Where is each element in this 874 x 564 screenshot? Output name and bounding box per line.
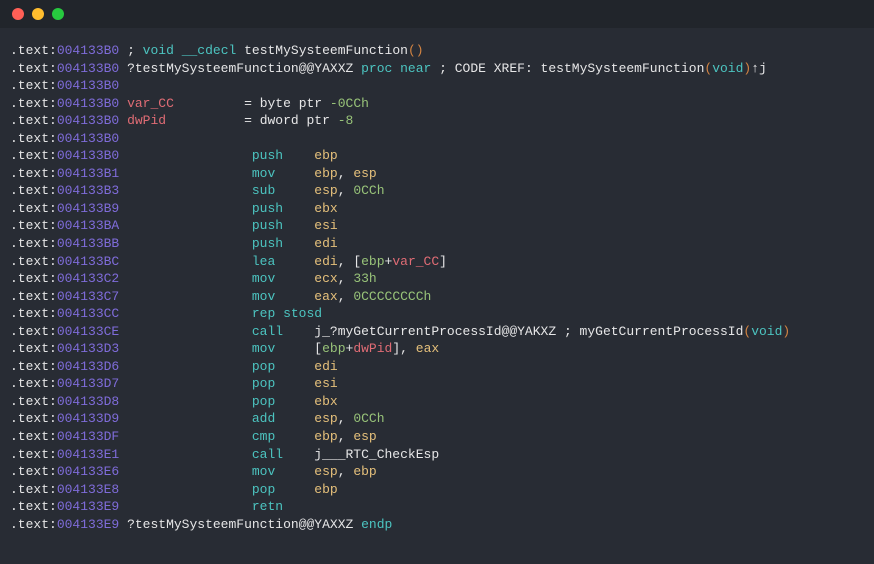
- asm-line: .text:004133E6 mov esp, ebp: [10, 463, 864, 481]
- asm-line: .text:004133B0: [10, 77, 864, 95]
- close-icon[interactable]: [12, 8, 24, 20]
- asm-line: .text:004133CC rep stosd: [10, 305, 864, 323]
- asm-line: .text:004133D9 add esp, 0CCh: [10, 410, 864, 428]
- asm-line: .text:004133CE call j_?myGetCurrentProce…: [10, 323, 864, 341]
- maximize-icon[interactable]: [52, 8, 64, 20]
- asm-line: .text:004133BB push edi: [10, 235, 864, 253]
- asm-line: .text:004133D8 pop ebx: [10, 393, 864, 411]
- asm-line: .text:004133C2 mov ecx, 33h: [10, 270, 864, 288]
- asm-line: .text:004133E9 ?testMySysteemFunction@@Y…: [10, 516, 864, 534]
- window-titlebar: [0, 0, 874, 28]
- asm-line: .text:004133B9 push ebx: [10, 200, 864, 218]
- asm-line: .text:004133BA push esi: [10, 217, 864, 235]
- asm-line: .text:004133E8 pop ebp: [10, 481, 864, 499]
- asm-line: .text:004133D3 mov [ebp+dwPid], eax: [10, 340, 864, 358]
- asm-line: .text:004133B0 ; void __cdecl testMySyst…: [10, 42, 864, 60]
- asm-line: .text:004133E1 call j___RTC_CheckEsp: [10, 446, 864, 464]
- asm-line: .text:004133B0 var_CC = byte ptr -0CCh: [10, 95, 864, 113]
- asm-line: .text:004133C7 mov eax, 0CCCCCCCCh: [10, 288, 864, 306]
- asm-line: .text:004133E9 retn: [10, 498, 864, 516]
- asm-line: .text:004133B1 mov ebp, esp: [10, 165, 864, 183]
- asm-line: .text:004133B0 dwPid = dword ptr -8: [10, 112, 864, 130]
- asm-line: .text:004133B0: [10, 130, 864, 148]
- asm-line: .text:004133B0 push ebp: [10, 147, 864, 165]
- disassembly-listing: .text:004133B0 ; void __cdecl testMySyst…: [0, 28, 874, 547]
- asm-line: .text:004133B0 ?testMySysteemFunction@@Y…: [10, 60, 864, 78]
- minimize-icon[interactable]: [32, 8, 44, 20]
- asm-line: .text:004133B3 sub esp, 0CCh: [10, 182, 864, 200]
- asm-line: .text:004133D7 pop esi: [10, 375, 864, 393]
- asm-line: .text:004133BC lea edi, [ebp+var_CC]: [10, 253, 864, 271]
- asm-line: .text:004133DF cmp ebp, esp: [10, 428, 864, 446]
- asm-line: .text:004133D6 pop edi: [10, 358, 864, 376]
